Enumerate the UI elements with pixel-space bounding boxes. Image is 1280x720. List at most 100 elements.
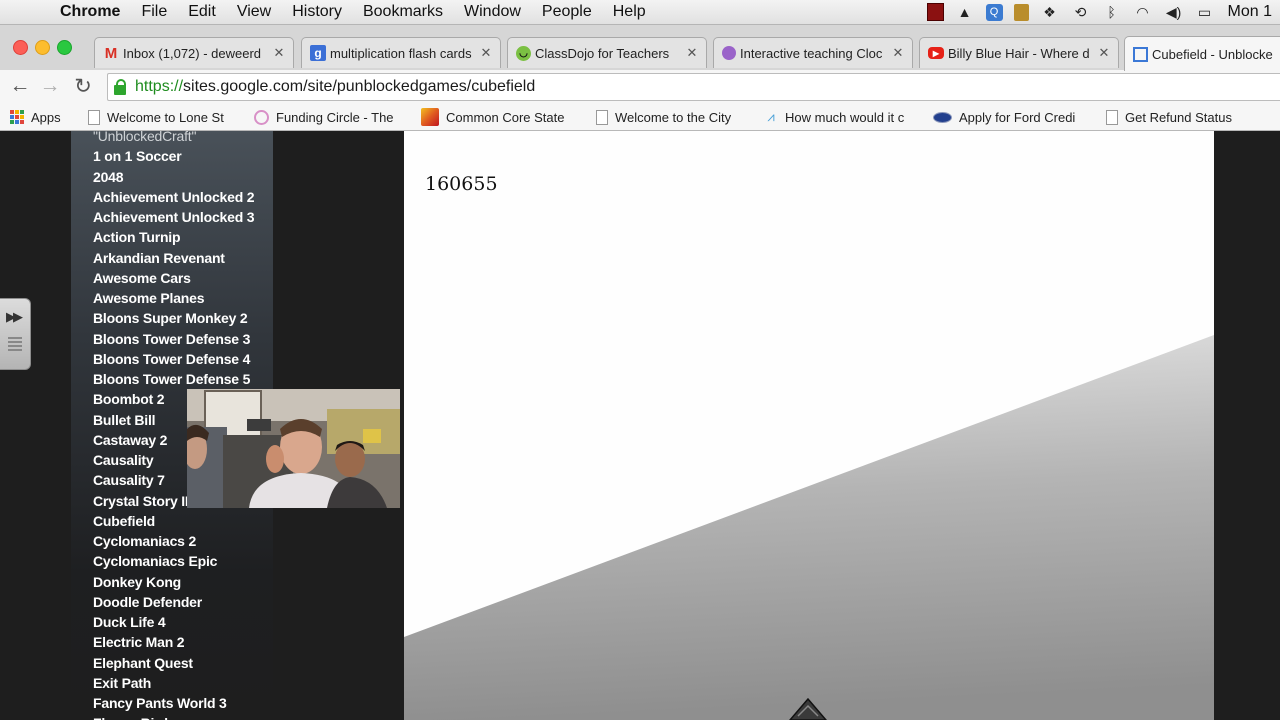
bookmark-label: Welcome to the City — [615, 109, 732, 125]
status-tray: ▲ Q ❖ ⟲ ᛒ ◠ ◀) ▭ Mon 1 — [926, 0, 1280, 24]
close-icon[interactable]: ✕ — [1096, 45, 1112, 61]
battery-icon[interactable]: ▭ — [1195, 3, 1215, 21]
sidebar-link[interactable]: Arkandian Revenant — [93, 250, 225, 267]
menu-app-name[interactable]: Chrome — [60, 3, 120, 21]
bookmark-city[interactable]: Welcome to the City — [596, 107, 744, 127]
youtube-icon: ▶ — [928, 47, 944, 59]
close-window-button[interactable] — [13, 40, 28, 55]
q-app-icon[interactable]: Q — [985, 3, 1003, 21]
menu-history[interactable]: History — [292, 3, 342, 21]
close-icon[interactable]: ✕ — [271, 45, 287, 61]
address-bar[interactable]: https://sites.google.com/site/punblocked… — [107, 73, 1280, 101]
sidebar-link[interactable]: Bloons Tower Defense 4 — [93, 351, 250, 368]
sidebar-link[interactable]: Achievement Unlocked 3 — [93, 209, 255, 226]
bluetooth-icon[interactable]: ᛒ — [1102, 3, 1122, 21]
page-icon — [596, 109, 608, 125]
tab-interactive-clock[interactable]: Interactive teaching Cloc ✕ — [713, 37, 913, 68]
url-text[interactable]: https://sites.google.com/site/punblocked… — [135, 78, 535, 96]
time-machine-icon[interactable]: ⟲ — [1071, 3, 1091, 21]
bookmark-refund-status[interactable]: Get Refund Status — [1106, 107, 1232, 127]
sidebar-link[interactable]: Exit Path — [93, 675, 151, 692]
tab-inbox[interactable]: M Inbox (1,072) - deweerd ✕ — [94, 37, 294, 68]
sidebar-link[interactable]: Duck Life 4 — [93, 614, 166, 631]
tab-classdojo[interactable]: ◡ ClassDojo for Teachers ✕ — [507, 37, 707, 68]
tab-strip: M Inbox (1,072) - deweerd ✕ g multiplica… — [0, 25, 1280, 71]
url-scheme: https:// — [135, 78, 184, 95]
dropbox-icon[interactable]: ❖ — [1040, 3, 1060, 21]
sidebar-link[interactable]: 2048 — [93, 169, 124, 186]
sidebar-link[interactable]: Awesome Planes — [93, 290, 205, 307]
sidebar-link[interactable]: Cubefield — [93, 513, 155, 530]
page-content: ▶▶ "UnblockedCraft" 1 on 1 Soccer 2048 Achi… — [0, 131, 1280, 720]
forward-arrow-icon[interactable]: → — [38, 73, 62, 99]
bookmark-funding-circle[interactable]: Funding Circle - The — [254, 107, 404, 127]
close-icon[interactable]: ✕ — [890, 45, 906, 61]
google-sites-icon — [1133, 46, 1148, 62]
menu-help[interactable]: Help — [613, 3, 646, 21]
sidebar-link[interactable]: Castaway 2 — [93, 432, 167, 449]
sidebar-link[interactable]: Awesome Cars — [93, 270, 191, 287]
score-counter: 160655 — [425, 173, 498, 195]
ford-logo-icon — [933, 111, 952, 123]
sidebar-link[interactable]: Achievement Unlocked 2 — [93, 189, 255, 206]
tab-multiplication[interactable]: g multiplication flash cards ✕ — [301, 37, 501, 68]
back-arrow-icon[interactable]: ← — [8, 73, 32, 99]
tab-title: multiplication flash cards — [330, 45, 472, 61]
wifi-icon[interactable]: ◠ — [1133, 3, 1153, 21]
sidebar-link[interactable]: Cyclomaniacs Epic — [93, 553, 217, 570]
close-icon[interactable]: ✕ — [478, 45, 494, 61]
sidebar-link[interactable]: Action Turnip — [93, 229, 181, 246]
close-icon[interactable]: ✕ — [684, 45, 700, 61]
volume-icon[interactable]: ◀) — [1164, 3, 1184, 21]
sidebar-link[interactable]: Elephant Quest — [93, 655, 193, 672]
drive-icon[interactable]: ▲ — [955, 3, 975, 21]
sidebar-link[interactable]: Bloons Tower Defense 5 — [93, 371, 250, 388]
bookmark-label: Welcome to Lone St — [107, 109, 224, 125]
clock[interactable]: Mon 1 — [1228, 3, 1272, 21]
sidebar-link[interactable]: Crystal Story II — [93, 493, 189, 510]
menu-view[interactable]: View — [237, 3, 271, 21]
sidebar-link[interactable]: "UnblockedCraft" — [93, 131, 196, 145]
zoom-window-button[interactable] — [57, 40, 72, 55]
classdojo-icon: ◡ — [516, 45, 531, 61]
sidebar-link[interactable]: Flappy Bird — [93, 715, 168, 720]
sidebar-link[interactable]: Electric Man 2 — [93, 634, 185, 651]
sidebar-link[interactable]: Cyclomaniacs 2 — [93, 533, 196, 550]
side-panel-handle[interactable]: ▶▶ — [0, 298, 31, 370]
bookmark-apps[interactable]: Apps — [10, 107, 61, 127]
bookmark-how-much[interactable]: ⩘ How much would it c — [764, 107, 914, 127]
menu-bookmarks[interactable]: Bookmarks — [363, 3, 443, 21]
sidebar-link[interactable]: Fancy Pants World 3 — [93, 695, 227, 712]
sidebar-link[interactable]: Causality 7 — [93, 472, 165, 489]
google-icon: g — [310, 45, 326, 61]
webcam-overlay — [187, 389, 400, 508]
minimize-window-button[interactable] — [35, 40, 50, 55]
red-square-icon[interactable] — [926, 3, 944, 21]
sidebar-link[interactable]: Bloons Tower Defense 3 — [93, 331, 250, 348]
sidebar-link[interactable]: Bloons Super Monkey 2 — [93, 310, 248, 327]
tab-cubefield[interactable]: Cubefield - Unblocke — [1124, 36, 1280, 71]
notes-icon[interactable] — [1013, 3, 1029, 21]
tab-title: Inbox (1,072) - deweerd — [123, 45, 262, 61]
menu-window[interactable]: Window — [464, 3, 521, 21]
fast-forward-icon: ▶▶ — [6, 309, 23, 324]
menu-people[interactable]: People — [542, 3, 592, 21]
sidebar-link[interactable]: Bullet Bill — [93, 412, 156, 429]
game-canvas[interactable] — [404, 131, 1214, 720]
bookmark-ford-credit[interactable]: Apply for Ford Credi — [933, 107, 1085, 127]
sidebar-link[interactable]: Boombot 2 — [93, 391, 165, 408]
tab-title: Cubefield - Unblocke — [1152, 46, 1273, 62]
bookmark-common-core[interactable]: Common Core State — [421, 107, 573, 127]
menu-file[interactable]: File — [141, 3, 167, 21]
sidebar-link[interactable]: Causality — [93, 452, 154, 469]
tab-billy-blue-hair[interactable]: ▶ Billy Blue Hair - Where d ✕ — [919, 37, 1119, 68]
menu-edit[interactable]: Edit — [188, 3, 216, 21]
cubefield-game[interactable]: 160655 — [404, 131, 1214, 720]
bookmark-lone-star[interactable]: Welcome to Lone St — [88, 107, 238, 127]
sidebar-link[interactable]: Doodle Defender — [93, 594, 202, 611]
page-icon — [1106, 109, 1118, 125]
reload-icon[interactable]: ↻ — [71, 73, 95, 99]
sidebar-link[interactable]: 1 on 1 Soccer — [93, 148, 182, 165]
tab-title: Billy Blue Hair - Where d — [948, 45, 1090, 61]
sidebar-link[interactable]: Donkey Kong — [93, 574, 181, 591]
